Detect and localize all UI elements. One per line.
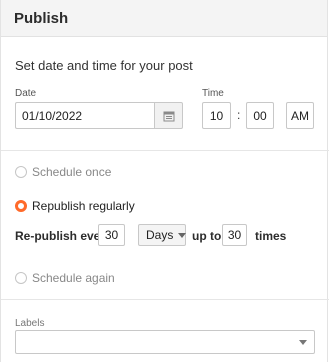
minute-input[interactable]: 00 xyxy=(246,102,274,129)
time-label: Time xyxy=(202,88,224,99)
date-label: Date xyxy=(15,88,37,99)
ampm-toggle[interactable]: AM xyxy=(286,102,314,129)
panel-title: Publish xyxy=(14,9,69,27)
datetime-subtitle: Set date and time for your post xyxy=(15,58,193,73)
republish-regularly-label[interactable]: Republish regularly xyxy=(32,199,135,213)
divider xyxy=(1,299,329,300)
republish-regularly-radio[interactable] xyxy=(15,200,27,212)
times-label: times xyxy=(255,229,287,243)
interval-unit-value: Days xyxy=(146,228,174,242)
schedule-once-label[interactable]: Schedule once xyxy=(32,165,111,179)
republish-interval-input[interactable]: 30 xyxy=(98,224,125,246)
divider xyxy=(1,150,329,151)
hour-input[interactable]: 10 xyxy=(202,102,231,129)
panel-header: Publish xyxy=(1,0,327,37)
chevron-down-icon xyxy=(178,232,187,238)
time-separator: : xyxy=(237,108,241,122)
calendar-icon xyxy=(163,111,174,121)
interval-unit-select[interactable]: Days xyxy=(138,224,187,246)
chevron-down-icon xyxy=(299,340,307,345)
times-count-input[interactable]: 30 xyxy=(222,224,247,246)
schedule-again-radio[interactable] xyxy=(15,272,27,284)
up-to-label: up to xyxy=(192,229,222,243)
date-input[interactable]: 01/10/2022 xyxy=(15,102,154,129)
schedule-again-label[interactable]: Schedule again xyxy=(32,271,115,285)
publish-panel: Publish Set date and time for your post … xyxy=(0,0,329,362)
schedule-once-radio[interactable] xyxy=(15,166,27,178)
labels-label: Labels xyxy=(15,318,45,329)
labels-select[interactable] xyxy=(15,330,315,354)
calendar-button[interactable] xyxy=(154,102,183,129)
